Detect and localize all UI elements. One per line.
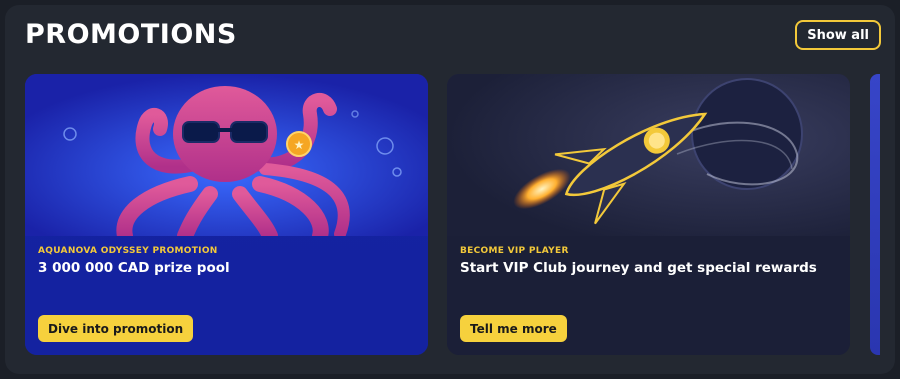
show-all-button[interactable]: Show all	[795, 20, 881, 50]
promotion-headline: 3 000 000 CAD prize pool	[38, 260, 230, 276]
promotion-info: AQUANOVA ODYSSEY PROMOTION 3 000 000 CAD…	[25, 236, 428, 355]
octopus-with-sunglasses-icon: ★	[25, 74, 428, 236]
next-promotion-card-peek[interactable]	[870, 74, 880, 355]
rocket-icon	[447, 74, 850, 236]
promotion-info: BECOME VIP PLAYER Start VIP Club journey…	[447, 236, 850, 355]
promotions-carousel[interactable]: ★ AQUANOVA ODYSSEY PROMOTION 3 000 000 C…	[25, 74, 895, 358]
svg-text:★: ★	[294, 138, 305, 152]
tell-me-more-button[interactable]: Tell me more	[460, 315, 567, 342]
promotion-eyebrow: BECOME VIP PLAYER	[460, 246, 569, 256]
promotion-card[interactable]: ★ AQUANOVA ODYSSEY PROMOTION 3 000 000 C…	[25, 74, 428, 355]
promotion-headline: Start VIP Club journey and get special r…	[460, 260, 817, 276]
dive-into-promotion-button[interactable]: Dive into promotion	[38, 315, 194, 342]
promotion-card[interactable]: BECOME VIP PLAYER Start VIP Club journey…	[447, 74, 850, 355]
promotion-eyebrow: AQUANOVA ODYSSEY PROMOTION	[38, 246, 218, 256]
section-header: PROMOTIONS Show all	[5, 5, 895, 65]
section-title: PROMOTIONS	[25, 19, 237, 50]
promotions-section: PROMOTIONS Show all ★ AQUANOVA ODYSSEY P…	[5, 5, 895, 374]
